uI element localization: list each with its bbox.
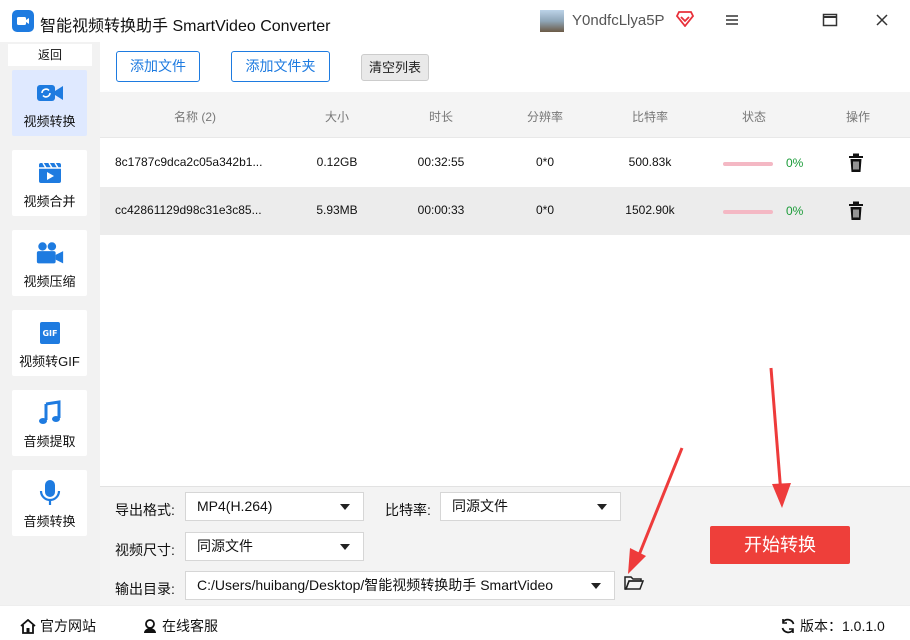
- column-header-size: 大小: [324, 110, 349, 124]
- film-merge-icon: [35, 159, 65, 187]
- sidebar-item-video-merge[interactable]: 视频合并: [12, 150, 87, 216]
- sidebar-item-video-convert[interactable]: 视频转换: [12, 70, 87, 136]
- official-website-link[interactable]: 官方网站: [20, 616, 96, 636]
- camera-compress-icon: [35, 239, 65, 267]
- add-folder-button[interactable]: 添加文件夹: [231, 51, 330, 82]
- output-dir-value: C:/Users/huibang/Desktop/智能视频转换助手 SmartV…: [197, 577, 554, 593]
- chevron-down-icon: [340, 544, 350, 550]
- file-resolution: 0*0: [535, 203, 555, 217]
- bitrate-value: 同源文件: [452, 498, 508, 514]
- table-row[interactable]: 8c1787c9dca2c05a342b1... 0.12GB 00:32:55…: [100, 139, 910, 187]
- video-size-select[interactable]: 同源文件: [185, 532, 364, 561]
- file-duration: 00:32:55: [417, 155, 465, 169]
- sidebar-item-label: 视频转GIF: [19, 354, 80, 369]
- file-duration: 00:00:33: [417, 203, 465, 217]
- app-title: 智能视频转换助手 SmartVideo Converter: [40, 18, 331, 35]
- version-label: 版本：1.0.1.0: [800, 618, 885, 634]
- menu-icon[interactable]: [724, 12, 742, 30]
- user-avatar[interactable]: [540, 10, 564, 32]
- sidebar-item-label: 音频转换: [23, 514, 76, 529]
- format-select[interactable]: MP4(H.264): [185, 492, 364, 521]
- file-bitrate: 1502.90k: [625, 203, 675, 217]
- maximize-icon[interactable]: [822, 12, 840, 30]
- progress-bar: [723, 210, 773, 214]
- version-info[interactable]: 版本：1.0.1.0: [780, 616, 885, 636]
- chevron-down-icon: [340, 504, 350, 510]
- home-icon: [20, 618, 36, 634]
- progress-percent: 0%: [786, 204, 804, 218]
- sidebar-item-video-gif[interactable]: GIF 视频转GIF: [12, 310, 87, 376]
- svg-text:GIF: GIF: [42, 329, 57, 338]
- format-label: 导出格式:: [115, 502, 175, 518]
- trash-icon[interactable]: [848, 201, 864, 224]
- sidebar-item-label: 视频合并: [23, 194, 76, 209]
- sidebar-item-video-compress[interactable]: 视频压缩: [12, 230, 87, 296]
- online-service-label: 在线客服: [162, 618, 218, 634]
- video-size-value: 同源文件: [197, 538, 253, 554]
- file-name: 8c1787c9dca2c05a342b1...: [115, 155, 263, 169]
- file-bitrate: 500.83k: [628, 155, 672, 169]
- sidebar-item-label: 视频压缩: [23, 274, 76, 289]
- chevron-down-icon: [591, 583, 601, 589]
- column-header-action: 操作: [845, 110, 870, 124]
- progress-percent: 0%: [786, 156, 804, 170]
- music-note-icon: [35, 399, 65, 427]
- bitrate-label: 比特率:: [385, 502, 431, 518]
- output-dir-select[interactable]: C:/Users/huibang/Desktop/智能视频转换助手 SmartV…: [185, 571, 615, 600]
- sidebar-item-label: 音频提取: [23, 434, 76, 449]
- username[interactable]: Y0ndfcLlya5P: [572, 12, 665, 29]
- sidebar-item-audio-convert[interactable]: 音频转换: [12, 470, 87, 536]
- file-size: 0.12GB: [316, 155, 358, 169]
- refresh-icon: [781, 618, 795, 634]
- chevron-down-icon: [597, 504, 607, 510]
- bitrate-select[interactable]: 同源文件: [440, 492, 621, 521]
- file-resolution: 0*0: [535, 155, 555, 169]
- customer-service-icon: [144, 619, 156, 633]
- file-table-header: 名称 (2) 大小 时长 分辨率 比特率 状态 操作: [100, 92, 910, 138]
- sidebar-item-label: 视频转换: [23, 114, 76, 129]
- column-header-bitrate: 比特率: [631, 110, 668, 124]
- file-size: 5.93MB: [316, 203, 358, 217]
- column-header-resolution: 分辨率: [526, 110, 563, 124]
- gif-icon: GIF: [35, 319, 65, 347]
- clear-list-button[interactable]: 清空列表: [361, 54, 429, 81]
- column-header-status: 状态: [741, 110, 766, 124]
- close-icon[interactable]: [874, 12, 892, 30]
- folder-open-icon[interactable]: [624, 575, 645, 594]
- add-file-button[interactable]: 添加文件: [116, 51, 200, 82]
- microphone-icon: [35, 479, 65, 507]
- back-button[interactable]: 返回: [8, 44, 92, 66]
- sidebar-item-audio-extract[interactable]: 音频提取: [12, 390, 87, 456]
- column-header-duration: 时长: [428, 110, 453, 124]
- title-bar: 智能视频转换助手 SmartVideo Converter Y0ndfcLlya…: [0, 0, 910, 42]
- online-service-link[interactable]: 在线客服: [142, 616, 218, 636]
- output-dir-label: 输出目录:: [115, 581, 175, 597]
- official-website-label: 官方网站: [40, 618, 96, 634]
- vip-diamond-icon[interactable]: [675, 11, 695, 30]
- video-convert-icon: [35, 79, 65, 107]
- format-value: MP4(H.264): [197, 498, 273, 514]
- main-panel: 添加文件 添加文件夹 清空列表 名称 (2) 大小 时长 分辨率 比特率 状态 …: [100, 42, 910, 605]
- column-header-name: 名称 (2): [173, 110, 216, 124]
- start-convert-button[interactable]: 开始转换: [710, 526, 850, 564]
- status-bar: 官方网站 在线客服 版本：1.0.1.0: [0, 605, 910, 640]
- file-name: cc42861129d98c31e3c85...: [115, 203, 262, 217]
- progress-bar: [723, 162, 773, 166]
- sidebar: 返回 视频转换 视频合并 视频压缩 GIF 视频转GIF 音频提取 音频转换: [0, 42, 100, 605]
- trash-icon[interactable]: [848, 153, 864, 176]
- app-logo-icon: [12, 10, 34, 32]
- table-row[interactable]: cc42861129d98c31e3c85... 5.93MB 00:00:33…: [100, 187, 910, 235]
- video-size-label: 视频尺寸:: [115, 542, 175, 558]
